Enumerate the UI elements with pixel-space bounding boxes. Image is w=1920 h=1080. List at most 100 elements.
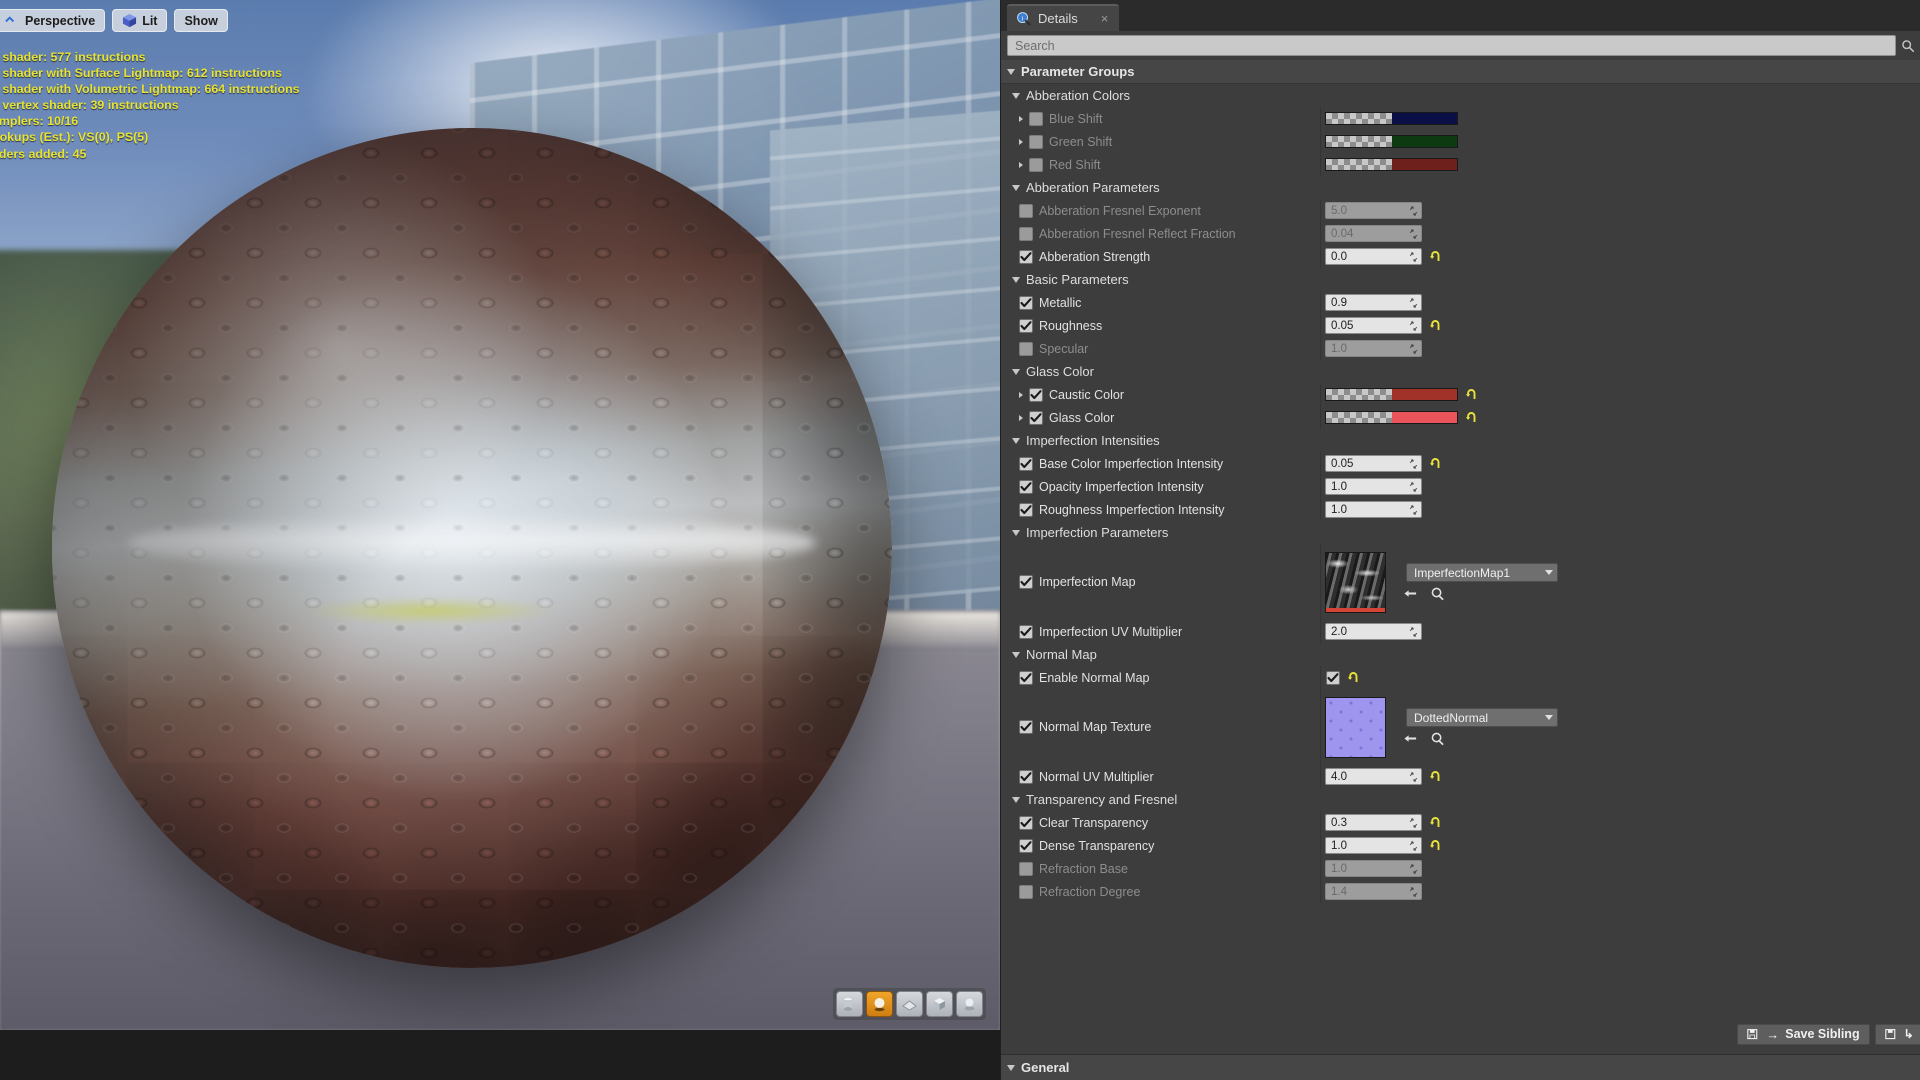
numeric-input[interactable]: 0.04 <box>1325 225 1422 242</box>
parameter-groups-root-header[interactable]: Parameter Groups <box>1001 60 1920 84</box>
parameter-override-checkbox[interactable] <box>1029 111 1043 126</box>
property-row[interactable]: Enable Normal Map <box>1001 666 1920 689</box>
property-row[interactable]: Opacity Imperfection Intensity 1.0 <box>1001 475 1920 498</box>
property-row[interactable]: Normal UV Multiplier 4.0 <box>1001 765 1920 788</box>
spinner-icon[interactable] <box>1409 771 1418 782</box>
numeric-input[interactable]: 0.05 <box>1325 455 1422 472</box>
property-row[interactable]: Specular 1.0 <box>1001 337 1920 360</box>
use-selected-asset-icon[interactable] <box>1403 731 1418 746</box>
chevron-right-icon[interactable] <box>1019 391 1023 398</box>
property-row[interactable]: Abberation Fresnel Exponent 5.0 <box>1001 199 1920 222</box>
parameter-override-checkbox[interactable] <box>1019 226 1033 241</box>
parameter-override-checkbox[interactable] <box>1029 134 1043 149</box>
parameter-override-checkbox[interactable] <box>1019 456 1033 471</box>
parameter-override-checkbox[interactable] <box>1029 410 1043 425</box>
parameter-override-checkbox[interactable] <box>1019 203 1033 218</box>
color-swatch[interactable] <box>1325 388 1458 401</box>
viewport-camera-mode-button[interactable]: Perspective <box>0 9 106 32</box>
spinner-icon[interactable] <box>1409 504 1418 515</box>
parameter-override-checkbox[interactable] <box>1019 341 1033 356</box>
spinner-icon[interactable] <box>1409 481 1418 492</box>
numeric-input[interactable]: 1.0 <box>1325 501 1422 518</box>
reset-to-default-icon[interactable] <box>1429 319 1441 332</box>
parameter-override-checkbox[interactable] <box>1019 295 1033 310</box>
property-row[interactable]: Roughness 0.05 <box>1001 314 1920 337</box>
spinner-icon[interactable] <box>1409 886 1418 897</box>
property-row[interactable]: Blue Shift <box>1001 107 1920 130</box>
numeric-input[interactable]: 1.0 <box>1325 837 1422 854</box>
asset-thumbnail[interactable] <box>1325 696 1386 758</box>
viewport-view-mode-button[interactable]: Lit <box>112 9 168 32</box>
browse-to-asset-icon[interactable] <box>1430 586 1445 601</box>
property-row[interactable]: Caustic Color <box>1001 383 1920 406</box>
parameter-override-checkbox[interactable] <box>1019 769 1033 784</box>
color-swatch[interactable] <box>1325 112 1458 125</box>
property-row[interactable]: Roughness Imperfection Intensity 1.0 <box>1001 498 1920 521</box>
general-group-header[interactable]: General <box>1001 1054 1920 1080</box>
plane-preview-button[interactable] <box>896 991 923 1017</box>
search-input[interactable]: Search <box>1007 35 1896 56</box>
parameter-group-header[interactable]: Abberation Parameters <box>1001 176 1920 199</box>
reset-to-default-icon[interactable] <box>1347 671 1359 684</box>
parameter-group-header[interactable]: Transparency and Fresnel <box>1001 788 1920 811</box>
boolean-value-checkbox[interactable] <box>1326 670 1340 685</box>
parameter-override-checkbox[interactable] <box>1019 815 1033 830</box>
color-swatch[interactable] <box>1325 411 1458 424</box>
numeric-input[interactable]: 1.0 <box>1325 860 1422 877</box>
preview-sphere-mesh[interactable] <box>52 128 892 968</box>
numeric-input[interactable]: 0.3 <box>1325 814 1422 831</box>
spinner-icon[interactable] <box>1409 626 1418 637</box>
parameter-group-header[interactable]: Abberation Colors <box>1001 84 1920 107</box>
chevron-right-icon[interactable] <box>1019 138 1023 145</box>
parameter-override-checkbox[interactable] <box>1019 884 1033 899</box>
reset-to-default-icon[interactable] <box>1429 770 1441 783</box>
spinner-icon[interactable] <box>1409 205 1418 216</box>
reset-to-default-icon[interactable] <box>1429 816 1441 829</box>
reset-to-default-icon[interactable] <box>1465 411 1477 424</box>
property-list[interactable]: Parameter Groups Abberation Colors Blue Sh… <box>1001 60 1920 1014</box>
numeric-input[interactable]: 4.0 <box>1325 768 1422 785</box>
chevron-right-icon[interactable] <box>1019 115 1023 122</box>
reset-to-default-icon[interactable] <box>1429 839 1441 852</box>
parameter-override-checkbox[interactable] <box>1019 249 1033 264</box>
spinner-icon[interactable] <box>1409 228 1418 239</box>
property-row[interactable]: Abberation Strength 0.0 <box>1001 245 1920 268</box>
save-sibling-button[interactable]: → Save Sibling <box>1737 1023 1870 1045</box>
numeric-input[interactable]: 1.0 <box>1325 478 1422 495</box>
property-row[interactable]: Refraction Base 1.0 <box>1001 857 1920 880</box>
sphere-preview-button[interactable] <box>866 991 893 1017</box>
spinner-icon[interactable] <box>1409 251 1418 262</box>
property-row[interactable]: Green Shift <box>1001 130 1920 153</box>
parameter-override-checkbox[interactable] <box>1019 720 1033 734</box>
parameter-group-header[interactable]: Imperfection Parameters <box>1001 521 1920 544</box>
color-swatch[interactable] <box>1325 135 1458 148</box>
spinner-icon[interactable] <box>1409 320 1418 331</box>
parameter-override-checkbox[interactable] <box>1019 670 1033 685</box>
numeric-input[interactable]: 2.0 <box>1325 623 1422 640</box>
viewport-3d-preview[interactable]: Perspective Lit Show s shader: 577 instr… <box>0 0 1000 1030</box>
parameter-override-checkbox[interactable] <box>1029 387 1043 402</box>
parameter-group-header[interactable]: Basic Parameters <box>1001 268 1920 291</box>
reset-to-default-icon[interactable] <box>1429 457 1441 470</box>
spinner-icon[interactable] <box>1409 297 1418 308</box>
property-row[interactable]: Dense Transparency 1.0 <box>1001 834 1920 857</box>
parameter-override-checkbox[interactable] <box>1019 502 1033 517</box>
property-row[interactable]: Refraction Degree 1.4 <box>1001 880 1920 903</box>
browse-to-asset-icon[interactable] <box>1430 731 1445 746</box>
color-swatch[interactable] <box>1325 158 1458 171</box>
asset-dropdown[interactable]: ImperfectionMap1 <box>1406 563 1558 582</box>
chevron-right-icon[interactable] <box>1019 161 1023 168</box>
parameter-override-checkbox[interactable] <box>1019 624 1033 639</box>
spinner-icon[interactable] <box>1409 863 1418 874</box>
parameter-override-checkbox[interactable] <box>1019 318 1033 333</box>
numeric-input[interactable]: 5.0 <box>1325 202 1422 219</box>
property-row[interactable]: Red Shift <box>1001 153 1920 176</box>
tab-details[interactable]: i Details × <box>1007 4 1120 31</box>
numeric-input[interactable]: 1.0 <box>1325 340 1422 357</box>
parameter-override-checkbox[interactable] <box>1019 838 1033 853</box>
property-row[interactable]: Abberation Fresnel Reflect Fraction 0.04 <box>1001 222 1920 245</box>
property-row[interactable]: Normal Map Texture DottedNormal <box>1001 689 1920 765</box>
property-row[interactable]: Imperfection Map ImperfectionMap1 <box>1001 544 1920 620</box>
property-row[interactable]: Imperfection UV Multiplier 2.0 <box>1001 620 1920 643</box>
chevron-right-icon[interactable] <box>1019 414 1023 421</box>
